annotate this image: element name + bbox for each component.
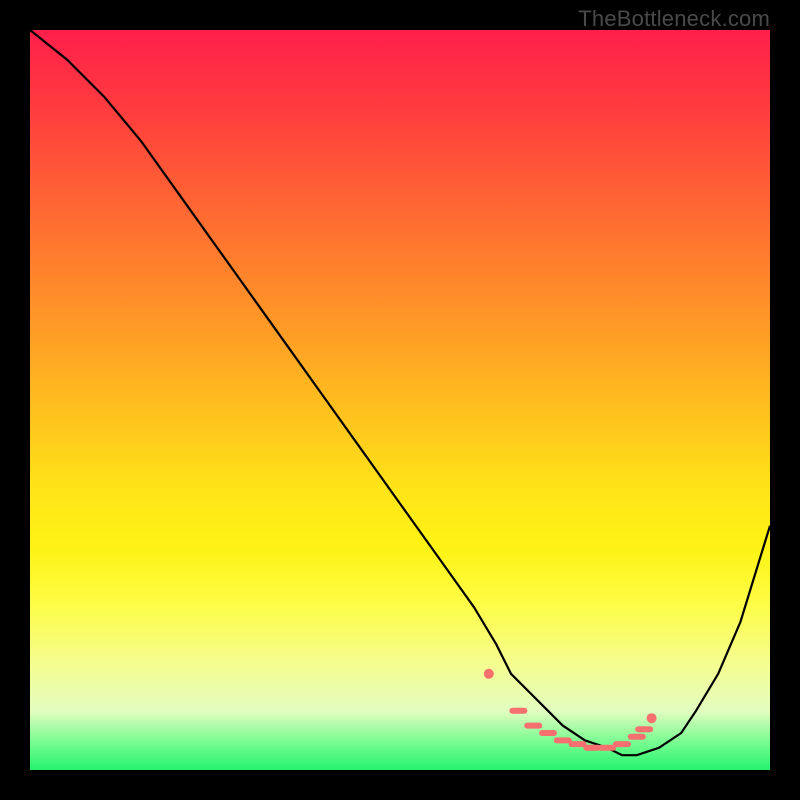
curve-line xyxy=(30,30,770,755)
marker-dash xyxy=(539,730,557,736)
chart-svg xyxy=(30,30,770,770)
marker-dash xyxy=(509,708,527,714)
marker-dash xyxy=(524,723,542,729)
bottleneck-curve xyxy=(30,30,770,755)
watermark-text: TheBottleneck.com xyxy=(578,6,770,32)
marker-dash xyxy=(613,741,631,747)
chart-frame: TheBottleneck.com xyxy=(0,0,800,800)
marker-dots xyxy=(484,669,657,751)
marker-dot xyxy=(484,669,494,679)
marker-dash xyxy=(635,726,653,732)
plot-area xyxy=(30,30,770,770)
marker-dot xyxy=(647,713,657,723)
marker-dash xyxy=(628,734,646,740)
